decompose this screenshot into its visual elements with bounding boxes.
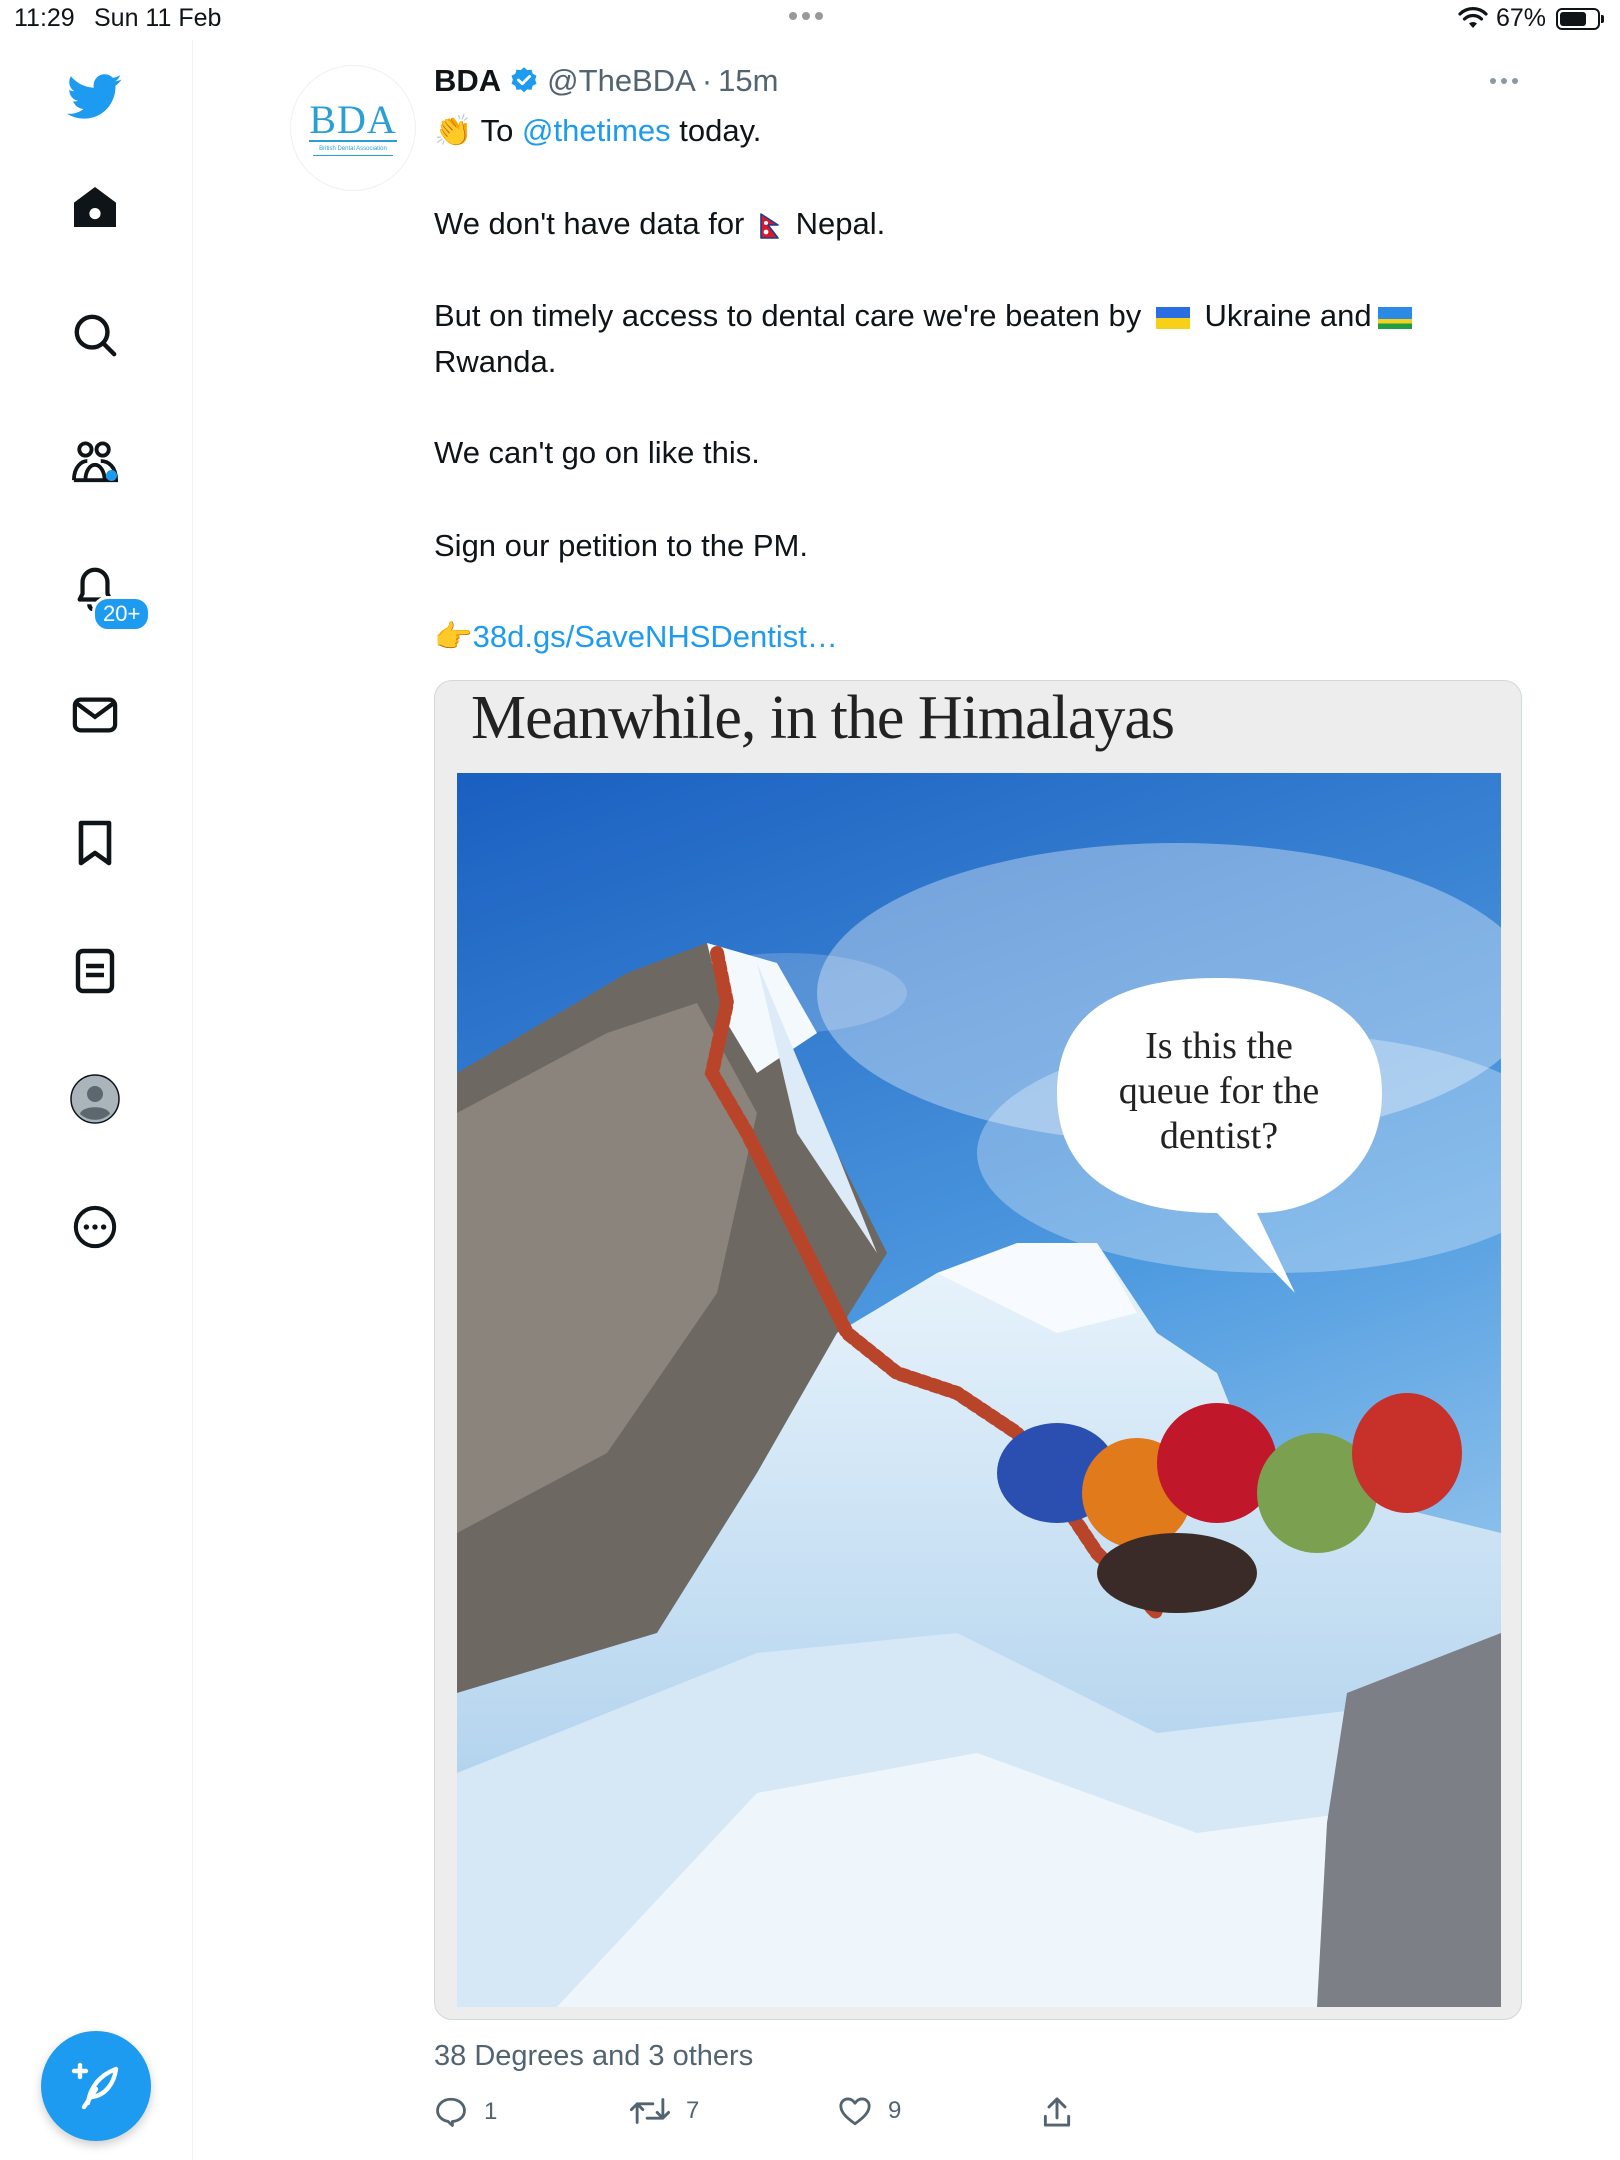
tweet-media[interactable]: Meanwhile, in the Himalayas Is this the …	[434, 680, 1522, 2020]
lists-icon[interactable]	[62, 938, 128, 1004]
author-name[interactable]: BDA	[434, 63, 501, 99]
petition-link[interactable]: 38d.gs/SaveNHSDentist…	[473, 619, 838, 654]
battery-percent: 67%	[1496, 4, 1547, 32]
status-time: 11:29	[14, 4, 75, 32]
tweet-line-2: We don't have data for Nepal.	[434, 201, 1524, 247]
status-bar: 11:29 Sun 11 Feb 67%	[0, 0, 1620, 40]
tweet-line-4: We can't go on like this.	[434, 435, 760, 470]
header-separator: ·	[701, 63, 713, 98]
bubble-line-1: Is this the	[1145, 1025, 1293, 1067]
like-button[interactable]: 9	[838, 2096, 901, 2126]
tweet-text: Nepal.	[787, 206, 886, 241]
ukraine-flag-icon	[1155, 306, 1190, 329]
tweet-more-icon[interactable]	[1490, 78, 1518, 84]
tweet-text: today.	[670, 113, 762, 148]
avatar[interactable]: BDA British Dental Association	[290, 65, 416, 191]
multitasking-dots-icon[interactable]	[789, 12, 823, 20]
tweet-header: BDA @TheBDA · 15m	[434, 58, 778, 104]
home-icon[interactable]	[62, 174, 128, 240]
new-activity-dot	[106, 470, 117, 481]
avatar-logo-rule	[313, 155, 393, 156]
avatar-logo-subtitle: British Dental Association	[319, 146, 387, 152]
sidebar-nav: 20+	[0, 40, 193, 2160]
compose-button[interactable]	[41, 2031, 151, 2141]
reply-icon	[436, 2097, 466, 2127]
compose-icon	[71, 2062, 119, 2110]
rwanda-flag-icon	[1377, 306, 1412, 329]
wifi-icon	[1458, 7, 1488, 28]
reply-button[interactable]: 1	[434, 2096, 497, 2128]
tweet-actions: 1 7 9	[434, 2096, 1434, 2136]
mention-link[interactable]: @thetimes	[522, 113, 671, 148]
tweet-text: We don't have data for	[434, 206, 753, 241]
bubble-line-3: dentist?	[1160, 1115, 1278, 1157]
himalaya-queue-photo: Is this the queue for the dentist?	[457, 773, 1501, 2007]
tweet-text: Rwanda.	[434, 344, 557, 379]
tweet-text: To	[472, 113, 523, 148]
messages-icon[interactable]	[62, 682, 128, 748]
author-handle[interactable]: @TheBDA	[547, 63, 696, 99]
more-icon[interactable]	[62, 1194, 128, 1260]
share-icon	[1043, 2097, 1071, 2127]
tweet-line-3: But on timely access to dental care we'r…	[434, 293, 1524, 385]
media-headline: Meanwhile, in the Himalayas	[471, 684, 1175, 752]
pointing-hand-emoji-icon: 👉	[434, 619, 473, 654]
retweet-icon	[630, 2098, 670, 2124]
twitter-logo-icon[interactable]	[62, 64, 128, 130]
status-date: Sun 11 Feb	[94, 4, 222, 32]
verified-badge-icon	[509, 66, 539, 96]
tweet-text: Ukraine and	[1195, 298, 1372, 333]
search-icon[interactable]	[62, 302, 128, 368]
clap-emoji-icon: 👏	[434, 113, 473, 148]
like-count: 9	[888, 2097, 902, 2124]
communities-icon[interactable]	[62, 428, 128, 494]
tweet-timestamp[interactable]: 15m	[718, 63, 778, 99]
nepal-flag-icon	[760, 213, 779, 239]
petition-link-line: 👉38d.gs/SaveNHSDentist…	[434, 614, 1524, 660]
notifications-badge: 20+	[92, 596, 152, 632]
reply-count: 1	[484, 2098, 498, 2125]
bubble-line-2: queue for the	[1119, 1070, 1319, 1112]
heart-icon	[839, 2097, 871, 2126]
tweet-line-1: 👏 To @thetimes today.	[434, 108, 1524, 154]
tweet-text: But on timely access to dental care we'r…	[434, 298, 1150, 333]
profile-icon[interactable]	[62, 1066, 128, 1132]
tweet-line-5: Sign our petition to the PM.	[434, 528, 808, 563]
liked-by-text[interactable]: 38 Degrees and 3 others	[434, 2040, 753, 2073]
avatar-logo-text: BDA	[309, 97, 397, 142]
retweet-button[interactable]: 7	[630, 2096, 699, 2126]
battery-icon	[1556, 8, 1604, 30]
bookmarks-icon[interactable]	[62, 810, 128, 876]
retweet-count: 7	[686, 2097, 700, 2124]
share-button[interactable]	[1042, 2096, 1072, 2128]
